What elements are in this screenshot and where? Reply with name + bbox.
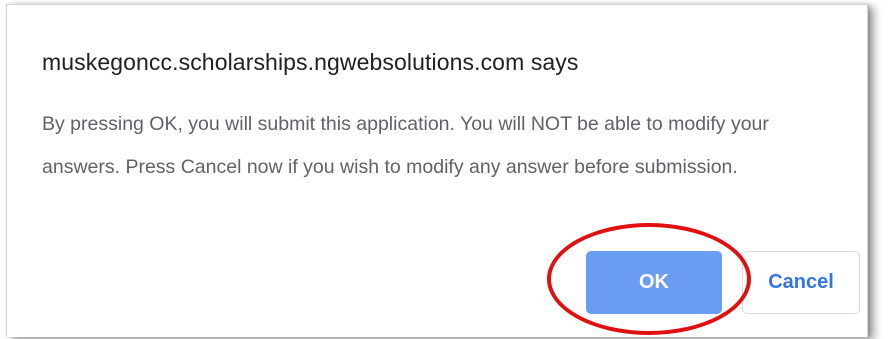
ok-button[interactable]: OK <box>586 251 722 314</box>
dialog-title: muskegoncc.scholarships.ngwebsolutions.c… <box>42 49 579 75</box>
page: muskegoncc.scholarships.ngwebsolutions.c… <box>0 0 892 339</box>
confirm-dialog: muskegoncc.scholarships.ngwebsolutions.c… <box>6 4 868 337</box>
dialog-message: By pressing OK, you will submit this app… <box>42 113 769 178</box>
cancel-button[interactable]: Cancel <box>742 251 860 314</box>
